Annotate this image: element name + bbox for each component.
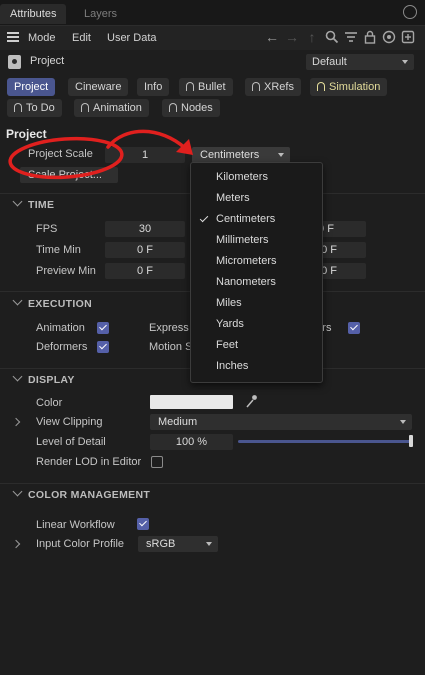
annotation-arrow (106, 129, 187, 150)
annotation-circle (8, 136, 124, 180)
annotation-overlay (8, 129, 193, 180)
